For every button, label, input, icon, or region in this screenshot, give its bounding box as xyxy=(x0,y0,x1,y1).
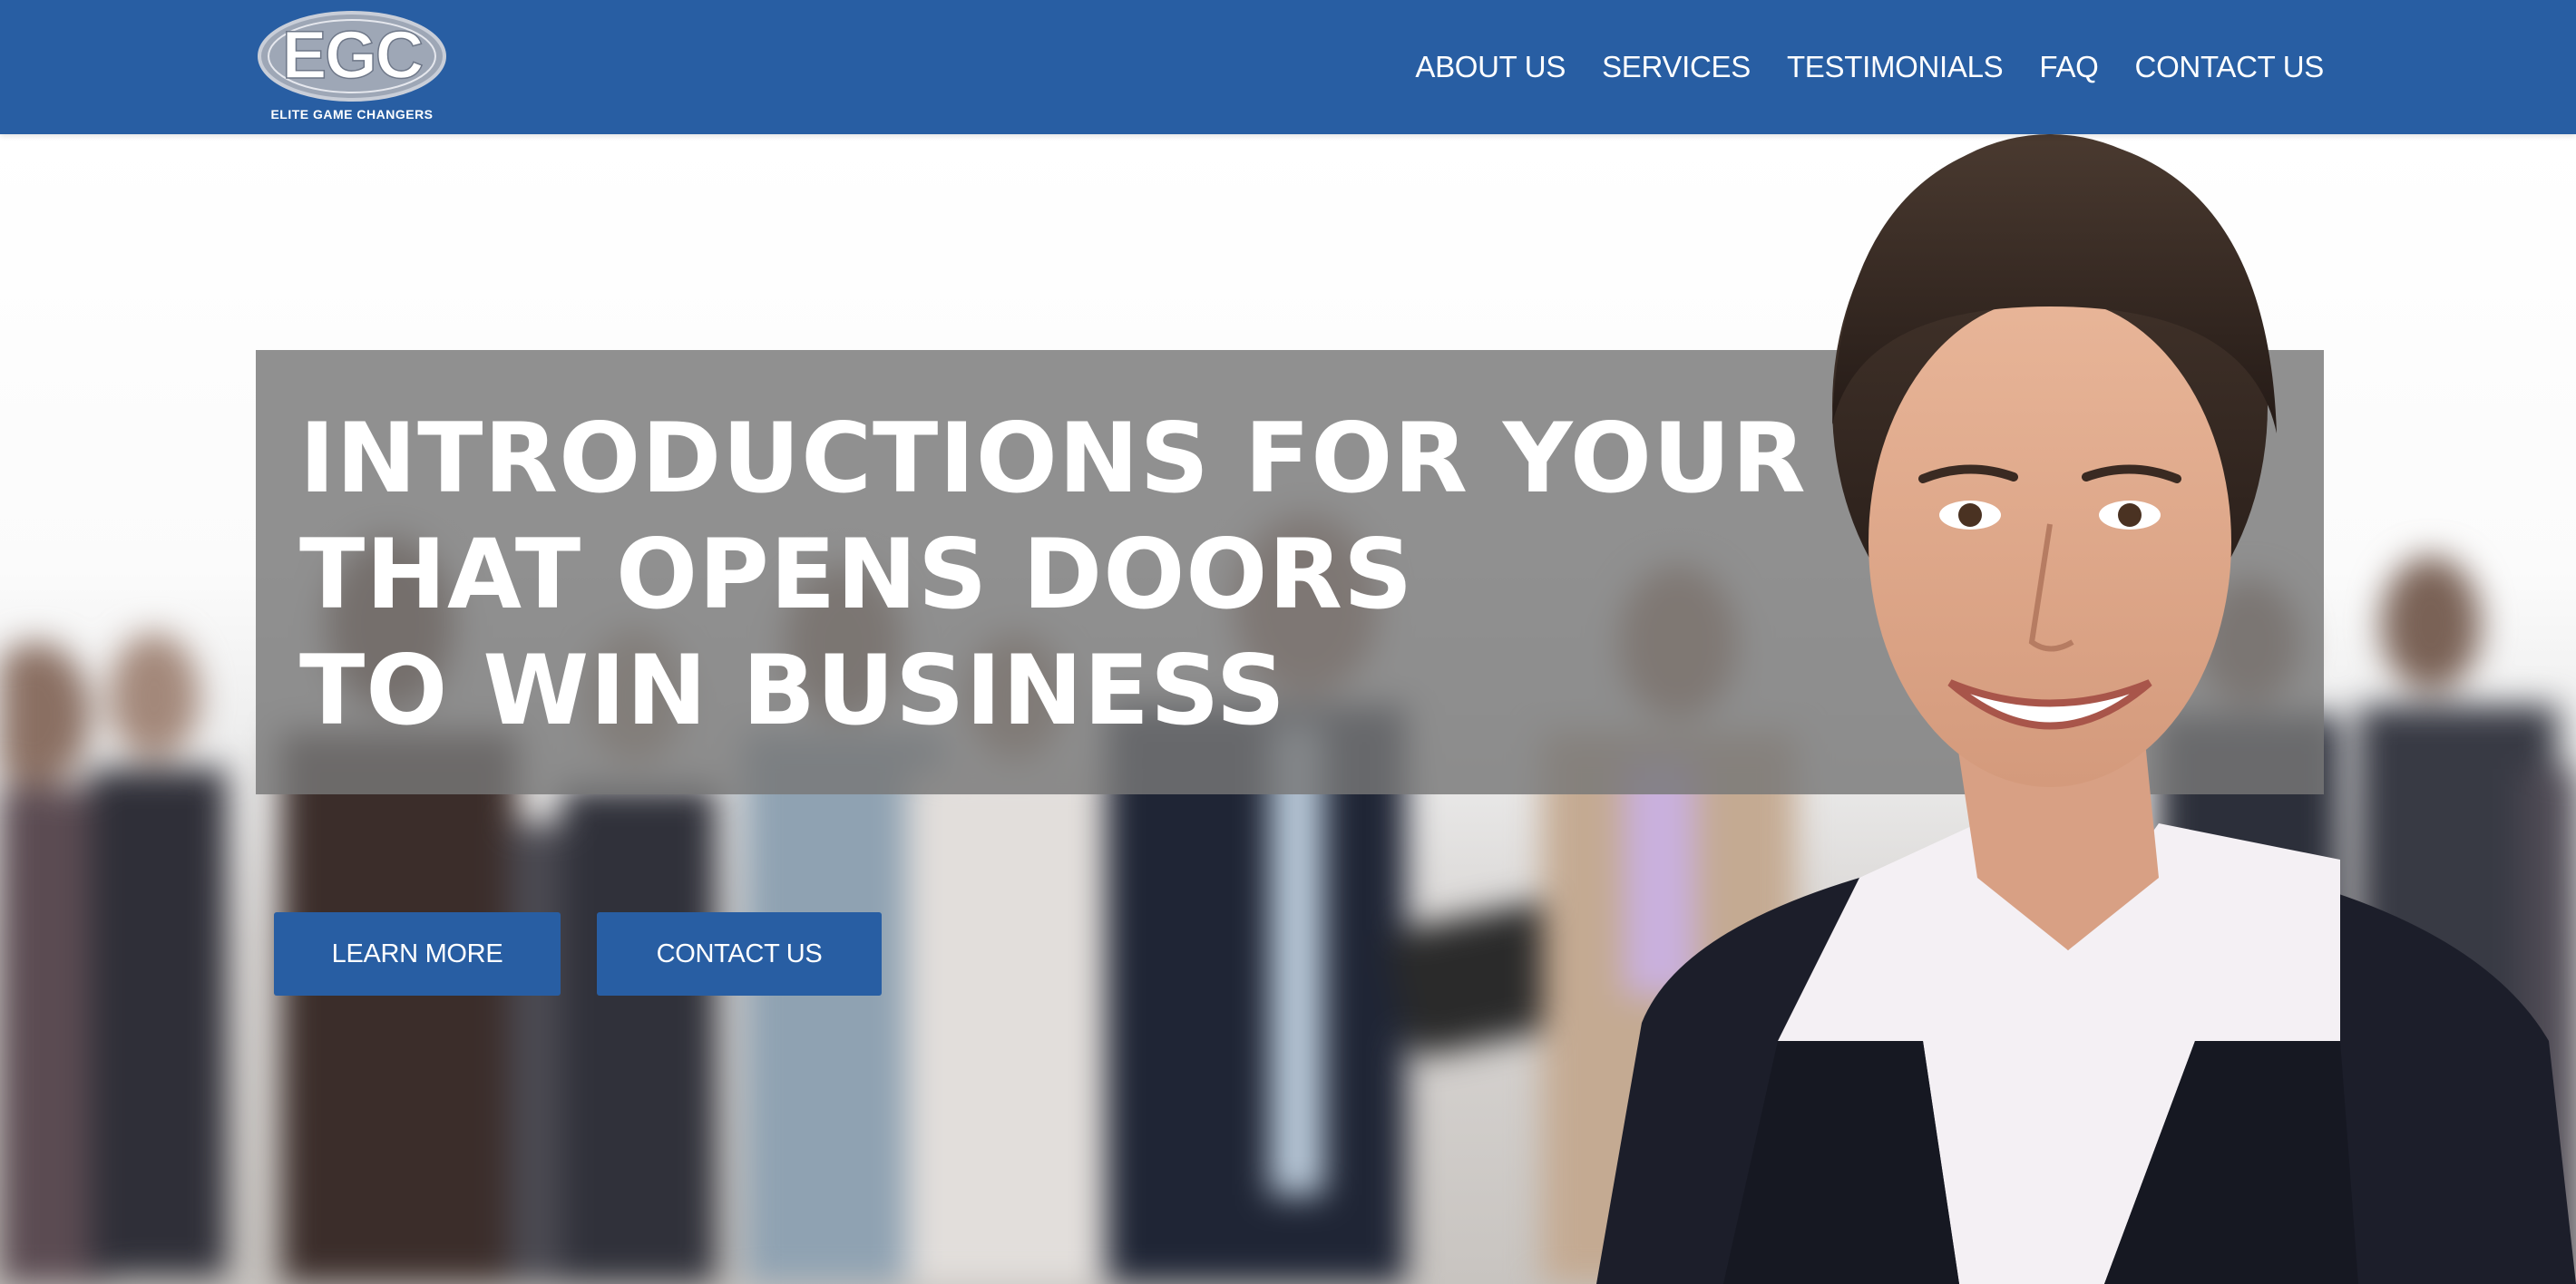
headline-line-2: THAT OPENS DOORS xyxy=(299,519,1414,630)
logo-tagline: ELITE GAME CHANGERS xyxy=(270,107,434,122)
headline-band: INTRODUCTIONS FOR YOUR BRAND THAT OPENS … xyxy=(256,350,2324,794)
nav-about-us[interactable]: ABOUT US xyxy=(1415,50,1566,84)
nav-contact-us[interactable]: CONTACT US xyxy=(2135,50,2325,84)
logo-emblem: EGC xyxy=(258,11,446,102)
contact-us-button[interactable]: CONTACT US xyxy=(597,912,882,996)
site-header: EGC ELITE GAME CHANGERS ABOUT US SERVICE… xyxy=(0,0,2576,134)
nav-faq[interactable]: FAQ xyxy=(2039,50,2098,84)
headline-line-1: INTRODUCTIONS FOR YOUR BRAND xyxy=(299,403,2228,514)
nav-services[interactable]: SERVICES xyxy=(1602,50,1751,84)
learn-more-button[interactable]: LEARN MORE xyxy=(274,912,561,996)
headline-line-3: TO WIN BUSINESS xyxy=(299,635,1286,746)
nav-testimonials[interactable]: TESTIMONIALS xyxy=(1787,50,2004,84)
page: EGC ELITE GAME CHANGERS ABOUT US SERVICE… xyxy=(0,0,2576,1284)
main-nav: ABOUT US SERVICES TESTIMONIALS FAQ CONTA… xyxy=(1415,0,2324,134)
logo-text: EGC xyxy=(282,17,423,92)
hero-headline: INTRODUCTIONS FOR YOUR BRAND THAT OPENS … xyxy=(299,401,2228,749)
egc-logo[interactable]: EGC ELITE GAME CHANGERS xyxy=(256,9,448,123)
